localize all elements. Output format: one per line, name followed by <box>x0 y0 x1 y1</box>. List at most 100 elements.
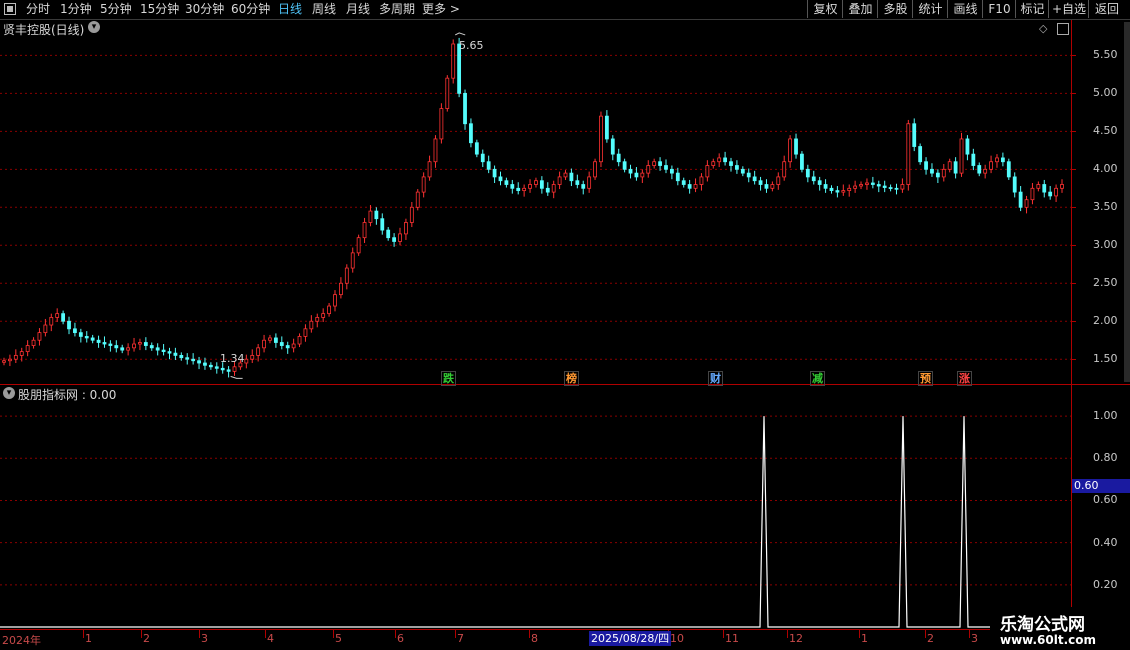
candle-body <box>138 342 142 345</box>
draw-line-button[interactable]: 画线 <box>947 0 983 18</box>
multi-stock-button[interactable]: 多股 <box>877 0 913 18</box>
tab-fenshi[interactable]: 分时 <box>26 0 50 19</box>
candle-body <box>522 187 527 191</box>
candle-body <box>486 161 491 170</box>
candle-body <box>705 165 710 178</box>
indicator-current-value: 0.60 <box>1072 479 1130 493</box>
candle-body <box>971 153 976 166</box>
tab-30min[interactable]: 30分钟 <box>185 0 224 19</box>
candle-body <box>788 138 793 163</box>
candle-body <box>912 123 917 147</box>
candle-body <box>640 172 645 178</box>
price-tick-mark <box>1071 283 1076 285</box>
candle-body <box>445 77 450 109</box>
candle-body <box>321 313 326 318</box>
candle-body <box>1036 184 1041 189</box>
statistics-button[interactable]: 统计 <box>912 0 948 18</box>
month-label: 11 <box>725 632 739 645</box>
candle-body <box>876 184 881 187</box>
candle-body <box>469 123 473 144</box>
candle-body <box>155 347 160 351</box>
candle-body <box>96 339 101 343</box>
candle-body <box>758 180 763 185</box>
month-tick <box>141 630 142 638</box>
candle-body <box>90 337 95 341</box>
candle-body <box>492 168 497 178</box>
candle-body <box>794 138 798 155</box>
menu-icon[interactable] <box>4 3 16 15</box>
candle-body <box>214 366 219 369</box>
tab-60min[interactable]: 60分钟 <box>231 0 270 19</box>
indicator-line <box>0 416 1071 628</box>
tab-multi-period[interactable]: 多周期 <box>379 0 415 19</box>
tab-5min[interactable]: 5分钟 <box>100 0 132 19</box>
candle-body <box>273 337 278 343</box>
kline-chart[interactable] <box>0 20 1071 630</box>
candle-body <box>333 294 337 307</box>
tab-more[interactable]: 更多 > <box>422 0 460 19</box>
candle-body <box>61 313 66 322</box>
candle-body <box>67 320 71 330</box>
candle-body <box>906 123 911 185</box>
month-tick <box>529 630 530 638</box>
candle-body <box>368 210 373 223</box>
candle-body <box>315 317 320 322</box>
price-tick-label: 5.00 <box>1093 86 1118 100</box>
month-label: 12 <box>789 632 803 645</box>
candle-body <box>687 184 692 189</box>
candle-body <box>191 358 196 362</box>
indicator-tick-label: 0.20 <box>1093 577 1118 591</box>
tab-weekly[interactable]: 周线 <box>312 0 336 19</box>
add-watchlist-button[interactable]: +自选 <box>1048 0 1089 18</box>
candle-body <box>918 146 923 163</box>
candle-body <box>84 336 89 339</box>
candle-body <box>977 165 982 174</box>
candle-body <box>268 337 272 341</box>
price-tick-label: 3.50 <box>1093 200 1118 214</box>
signal-marker: 跌 <box>441 371 456 386</box>
month-label: 7 <box>457 632 464 645</box>
toolbar: 分时 1分钟 5分钟 15分钟 30分钟 60分钟 日线 周线 月线 多周期 更… <box>0 0 1130 20</box>
candle-body <box>935 172 940 178</box>
candle-body <box>865 182 869 185</box>
restore-rights-button[interactable]: 复权 <box>807 0 843 18</box>
price-tick-mark <box>1071 321 1076 323</box>
price-tick-label: 3.00 <box>1093 238 1118 252</box>
month-tick <box>787 630 788 638</box>
price-tick-label: 5.50 <box>1093 48 1118 62</box>
candle-body <box>285 345 290 349</box>
candle-body <box>203 362 207 366</box>
candle-body <box>31 339 36 346</box>
tab-1min[interactable]: 1分钟 <box>60 0 92 19</box>
candle-body <box>947 161 952 170</box>
price-tick-label: 4.50 <box>1093 124 1118 138</box>
candle-body <box>534 180 538 185</box>
watermark: 乐淘公式网 www.60lt.com <box>990 607 1130 650</box>
candle-body <box>989 161 993 170</box>
candle-body <box>350 252 355 269</box>
candle-body <box>870 182 875 185</box>
candle-body <box>303 328 308 337</box>
candle-body <box>2 360 6 363</box>
mark-button[interactable]: 标记 <box>1015 0 1049 18</box>
candle-body <box>593 161 597 178</box>
candle-body <box>185 357 190 360</box>
tab-monthly[interactable]: 月线 <box>346 0 370 19</box>
month-label: 10 <box>670 632 684 645</box>
candle-body <box>167 351 172 354</box>
overlay-button[interactable]: 叠加 <box>842 0 878 18</box>
candle-body <box>73 328 77 334</box>
candle-body <box>374 210 379 220</box>
f10-button[interactable]: F10 <box>982 0 1016 18</box>
back-button[interactable]: 返回 <box>1088 0 1125 18</box>
signal-marker: 榜 <box>564 371 579 386</box>
candle-body <box>681 180 686 185</box>
month-label: 2 <box>927 632 934 645</box>
indicator-dropdown-icon[interactable]: ▾ <box>3 387 15 399</box>
tab-daily[interactable]: 日线 <box>278 0 302 19</box>
candle-body <box>835 190 840 193</box>
tab-15min[interactable]: 15分钟 <box>140 0 179 19</box>
candle-body <box>924 161 928 170</box>
candle-body <box>995 157 999 163</box>
candle-body <box>78 332 83 337</box>
